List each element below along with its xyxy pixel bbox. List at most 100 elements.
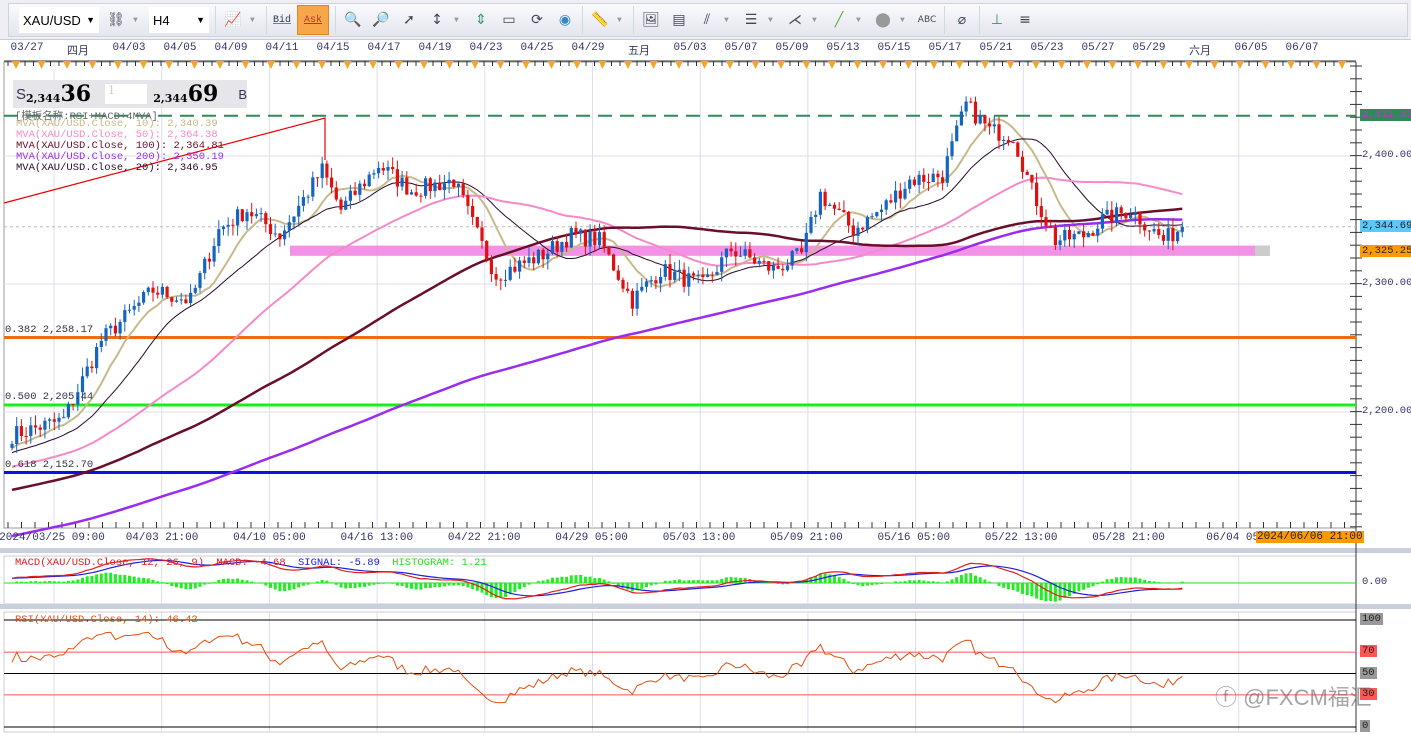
candle-body bbox=[644, 281, 649, 287]
date-marker bbox=[1210, 61, 1219, 69]
histogram-bar bbox=[438, 583, 442, 588]
rsi-level-label: 70 bbox=[1360, 645, 1377, 658]
histogram-bar bbox=[579, 574, 583, 583]
candle-body bbox=[48, 419, 52, 421]
candle-body bbox=[1110, 209, 1114, 223]
histogram-bar bbox=[1180, 581, 1184, 583]
candle-body bbox=[1176, 231, 1180, 242]
candle-body bbox=[1171, 228, 1175, 242]
histogram-bar bbox=[1002, 583, 1006, 588]
candle-body bbox=[936, 173, 940, 178]
candle-body bbox=[132, 305, 136, 310]
candle-body bbox=[1077, 231, 1081, 234]
fib-label: 0.618 2,152.70 bbox=[5, 458, 94, 471]
histogram-bar bbox=[988, 581, 992, 583]
histogram-bar bbox=[654, 583, 658, 585]
candle-body bbox=[626, 288, 630, 291]
date-marker bbox=[139, 61, 148, 69]
candle-body bbox=[508, 266, 512, 280]
histogram-bar bbox=[325, 580, 329, 583]
candle-body bbox=[1025, 171, 1029, 175]
candle-body bbox=[118, 321, 122, 334]
sell-price-small[interactable]: 2,344 bbox=[26, 92, 60, 105]
candle-body bbox=[1161, 235, 1166, 241]
candle-body bbox=[292, 216, 296, 223]
histogram-bar bbox=[945, 581, 949, 583]
candle-body bbox=[659, 276, 663, 284]
date-marker bbox=[955, 61, 964, 69]
histogram-bar bbox=[875, 583, 879, 585]
candle-body bbox=[231, 224, 235, 226]
histogram-bar bbox=[217, 579, 221, 583]
chart-canvas[interactable] bbox=[0, 0, 1411, 738]
histogram-bar bbox=[461, 583, 465, 587]
histogram-bar bbox=[593, 578, 597, 583]
sell-price-big[interactable]: 36 bbox=[60, 81, 91, 107]
macd-zero-label: 0.00 bbox=[1362, 576, 1388, 588]
candle-body bbox=[785, 265, 790, 271]
histogram-bar bbox=[287, 583, 291, 591]
candle-body bbox=[259, 213, 263, 215]
fib-label: 0.382 2,258.17 bbox=[5, 323, 94, 336]
date-marker bbox=[879, 61, 887, 69]
buy-price-small[interactable]: 2,344 bbox=[153, 92, 187, 105]
histogram-bar bbox=[43, 581, 47, 583]
histogram-bar bbox=[851, 583, 855, 585]
candle-body bbox=[1138, 212, 1142, 225]
candle-body bbox=[447, 179, 451, 184]
date-marker bbox=[1261, 61, 1270, 69]
date-marker bbox=[1185, 61, 1193, 69]
candle-body bbox=[696, 274, 700, 276]
histogram-bar bbox=[320, 579, 324, 583]
candle-body bbox=[311, 177, 315, 197]
candle-body bbox=[691, 273, 696, 276]
candle-body bbox=[710, 274, 714, 276]
histogram-bar bbox=[626, 583, 630, 590]
histogram-bar bbox=[687, 580, 691, 583]
amount-input[interactable]: 1 bbox=[105, 84, 148, 104]
histogram-bar bbox=[541, 580, 545, 583]
histogram-bar bbox=[377, 583, 381, 584]
candle-body bbox=[19, 426, 23, 437]
date-marker bbox=[63, 61, 71, 69]
candle-body bbox=[221, 226, 226, 230]
bottom-date-label: 05/16 05:00 bbox=[877, 532, 951, 544]
histogram-bar bbox=[170, 583, 174, 587]
candle-body bbox=[245, 212, 249, 222]
candle-body bbox=[720, 257, 724, 272]
histogram-bar bbox=[936, 581, 940, 583]
candle-body bbox=[851, 225, 855, 236]
date-marker bbox=[700, 61, 709, 69]
candle-body bbox=[452, 179, 456, 187]
candle-body bbox=[1020, 156, 1025, 172]
histogram-bar bbox=[250, 581, 254, 583]
histogram-bar bbox=[649, 583, 653, 586]
histogram-bar bbox=[428, 583, 432, 589]
candle-body bbox=[743, 249, 747, 256]
histogram-bar bbox=[142, 577, 146, 583]
buy-price-big[interactable]: 69 bbox=[188, 81, 219, 107]
histogram-bar bbox=[880, 583, 883, 584]
histogram-bar bbox=[983, 579, 987, 583]
sell-label[interactable]: S bbox=[16, 86, 26, 103]
candle-body bbox=[1180, 226, 1184, 232]
histogram-bar bbox=[842, 578, 846, 583]
candle-body bbox=[184, 299, 188, 304]
candle-body bbox=[207, 258, 211, 262]
candle-body bbox=[391, 166, 395, 170]
buy-label[interactable]: B bbox=[238, 87, 247, 102]
macd-legend: MACD(XAU/USD.Close, 12, 26, 9) MACD: -4.… bbox=[15, 557, 487, 569]
date-marker bbox=[88, 61, 97, 69]
date-marker bbox=[343, 61, 352, 69]
candle-body bbox=[480, 227, 484, 241]
histogram-bar bbox=[264, 583, 268, 586]
histogram-bar bbox=[198, 583, 202, 587]
histogram-bar bbox=[865, 583, 869, 586]
histogram-bar bbox=[663, 580, 667, 583]
candle-body bbox=[715, 271, 719, 275]
date-marker bbox=[1083, 61, 1091, 69]
histogram-bar bbox=[123, 574, 127, 583]
histogram-bar bbox=[978, 577, 982, 583]
histogram-bar bbox=[386, 583, 390, 584]
histogram-bar bbox=[15, 581, 19, 583]
